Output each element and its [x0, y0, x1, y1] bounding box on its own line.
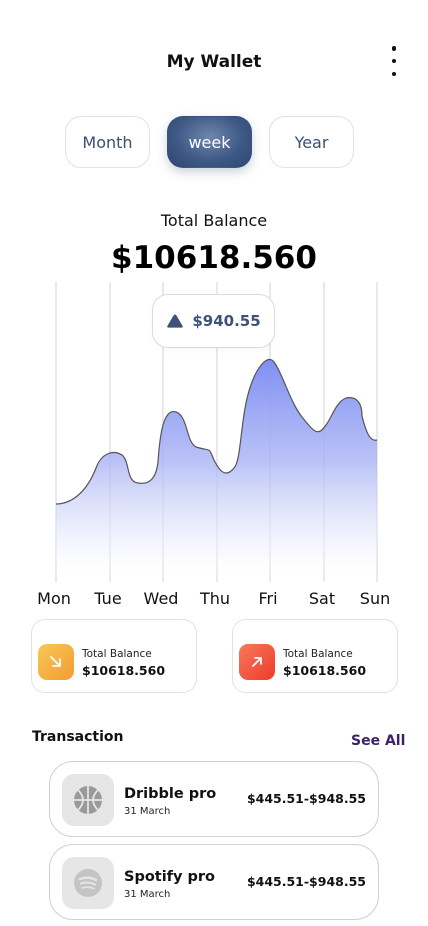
tab-week[interactable]: week [167, 116, 252, 168]
transaction-name: Spotify pro [124, 869, 215, 885]
tab-year[interactable]: Year [269, 116, 354, 168]
transaction-section-title: Transaction [32, 729, 124, 745]
tab-month[interactable]: Month [65, 116, 150, 168]
stat-value: $10618.560 [82, 663, 166, 678]
stat-card-outgoing[interactable]: Total Balance $10618.560 [31, 619, 197, 693]
arrow-up-right-icon [239, 644, 275, 680]
x-axis-label-wed: Wed [143, 589, 179, 608]
transaction-name: Dribble pro [124, 786, 217, 802]
menu-dot-icon [391, 71, 397, 76]
transaction-amount: $445.51-$948.55 [246, 874, 366, 889]
x-axis-label-tue: Tue [94, 589, 122, 608]
transaction-date: 31 March [124, 889, 171, 900]
spotify-icon [62, 857, 114, 909]
page-title: My Wallet [166, 52, 262, 72]
transaction-item-spotify[interactable]: Spotify pro 31 March $445.51-$948.55 [49, 844, 379, 920]
total-balance-label: Total Balance [160, 211, 268, 230]
x-axis-label-sun: Sun [359, 589, 391, 608]
period-tabs: Month week Year [0, 116, 428, 168]
stat-card-incoming[interactable]: Total Balance $10618.560 [232, 619, 398, 693]
triangle-up-icon [167, 314, 184, 328]
dribbble-icon [62, 774, 114, 826]
x-axis-label-mon: Mon [37, 589, 71, 608]
chart-tooltip: $940.55 [152, 294, 275, 348]
x-axis-label-thu: Thu [199, 589, 231, 608]
total-balance-amount: $10618.560 [111, 240, 317, 276]
menu-dot-icon [391, 46, 397, 51]
x-axis-label-sat: Sat [308, 589, 336, 608]
stat-label: Total Balance [82, 648, 152, 660]
menu-dot-icon [391, 58, 397, 64]
transaction-date: 31 March [124, 806, 171, 817]
arrow-down-right-icon [38, 644, 74, 680]
stat-value: $10618.560 [283, 663, 367, 678]
transaction-item-dribbble[interactable]: Dribble pro 31 March $445.51-$948.55 [49, 761, 379, 837]
see-all-link[interactable]: See All [351, 733, 405, 749]
stat-label: Total Balance [283, 648, 353, 660]
transaction-amount: $445.51-$948.55 [246, 791, 366, 806]
tooltip-value: $940.55 [192, 312, 261, 330]
x-axis-label-fri: Fri [258, 589, 278, 608]
more-menu-button[interactable] [386, 44, 402, 78]
